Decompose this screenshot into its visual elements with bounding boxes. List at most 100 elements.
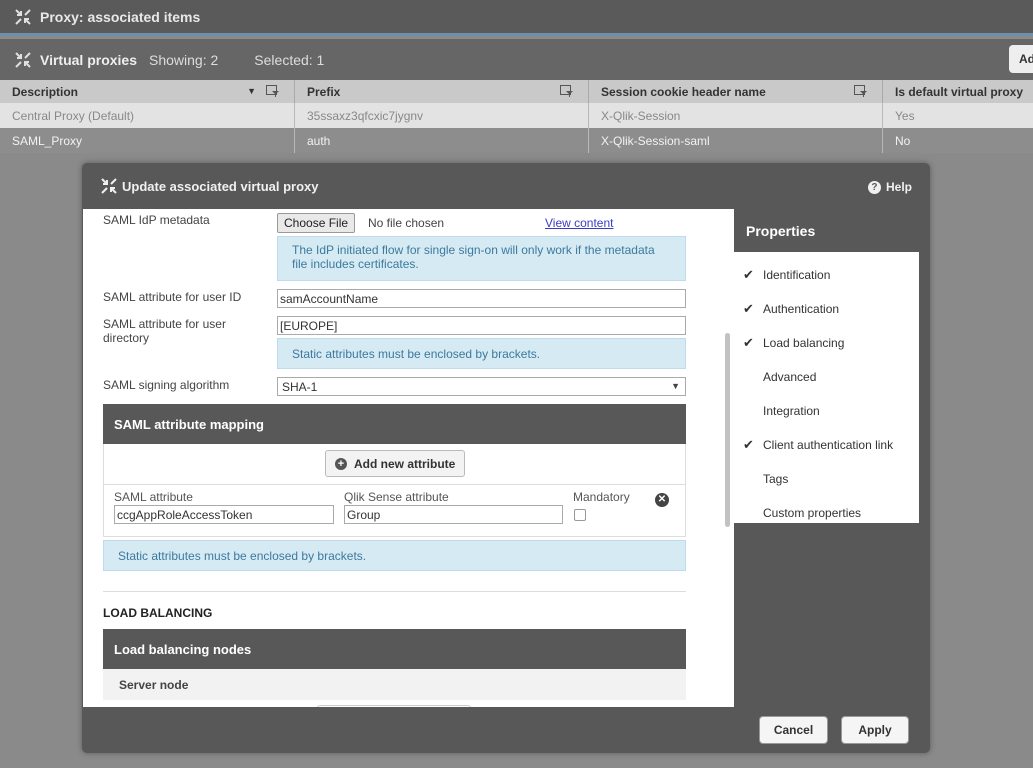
saml-attribute-input[interactable]: ccgAppRoleAccessToken <box>114 505 334 524</box>
filter-icon[interactable] <box>266 85 280 98</box>
showing-count: Showing: 2 <box>149 51 219 68</box>
table-header: Description ▼ Prefix Session cookie head… <box>0 80 1033 103</box>
table-cell: No <box>895 134 911 148</box>
property-label: Tags <box>763 472 789 486</box>
userdir-info-message: Static attributes must be enclosed by br… <box>277 338 686 369</box>
properties-header: Properties <box>734 209 919 252</box>
view-content-link[interactable]: View content <box>545 216 614 230</box>
sort-down-icon[interactable]: ▼ <box>247 86 256 96</box>
help-icon: ? <box>867 180 881 194</box>
property-label: Client authentication link <box>763 438 894 452</box>
saml-attribute-label: SAML attribute <box>114 490 193 504</box>
table-cell: auth <box>295 128 589 153</box>
shrink-arrows-icon <box>100 177 118 195</box>
qlik-attribute-input[interactable]: Group <box>344 505 563 524</box>
property-item-custom-properties[interactable]: Custom properties <box>734 496 919 530</box>
cancel-button[interactable]: Cancel <box>759 716 828 744</box>
help-label: Help <box>885 180 912 194</box>
column-header-session-cookie[interactable]: Session cookie header name <box>589 80 883 103</box>
dialog-content: SAML IdP metadata Choose File No file ch… <box>83 209 734 707</box>
update-virtual-proxy-dialog: Update associated virtual proxy ? Help S… <box>82 163 930 753</box>
server-node-button[interactable] <box>317 705 471 707</box>
table-cell: Central Proxy (Default) <box>0 103 295 128</box>
column-header-prefix[interactable]: Prefix <box>295 80 589 103</box>
choose-file-button[interactable]: Choose File <box>277 213 356 233</box>
table-cell: X-Qlik-Session-saml <box>589 128 883 153</box>
attribute-mapping-header: SAML attribute mapping <box>103 404 686 444</box>
caret-down-icon: ▼ <box>671 381 680 391</box>
mandatory-label: Mandatory <box>573 490 630 504</box>
property-item-advanced[interactable]: Advanced <box>734 360 919 394</box>
add-new-attribute-button[interactable]: + Add new attribute <box>325 450 466 477</box>
table-row[interactable]: Central Proxy (Default) 35ssaxz3qfcxic7j… <box>0 103 1033 128</box>
property-item-load-balancing[interactable]: ✔ Load balancing <box>734 326 919 360</box>
table-cell: SAML_Proxy <box>0 128 295 153</box>
signing-algorithm-select[interactable]: SHA-1 ▼ <box>277 377 686 396</box>
checkmark-icon: ✔ <box>743 267 754 282</box>
dialog-header: Update associated virtual proxy ? Help <box>82 163 930 209</box>
property-label: Integration <box>763 404 820 418</box>
content-scrollbar[interactable] <box>725 333 730 527</box>
help-button[interactable]: ? Help <box>867 180 912 194</box>
property-label: Advanced <box>763 370 817 384</box>
remove-attribute-icon[interactable]: ✕ <box>655 493 669 507</box>
idp-info-message: The IdP initiated flow for single sign-o… <box>277 236 686 281</box>
top-header: Proxy: associated items <box>0 0 1033 36</box>
qlik-attribute-label: Qlik Sense attribute <box>344 490 449 504</box>
attribute-mapping-box: + Add new attribute SAML attribute ccgAp… <box>103 444 686 537</box>
section-divider <box>103 591 686 592</box>
no-file-text: No file chosen <box>368 216 445 230</box>
virtual-proxies-title: Virtual proxies <box>40 51 138 68</box>
signing-algorithm-value: SHA-1 <box>282 380 318 394</box>
property-label: Authentication <box>763 302 840 316</box>
property-item-authentication[interactable]: ✔ Authentication <box>734 292 919 326</box>
property-item-integration[interactable]: Integration <box>734 394 919 428</box>
userid-label: SAML attribute for user ID <box>103 290 242 304</box>
table-cell: X-Qlik-Session <box>589 103 883 128</box>
property-item-identification[interactable]: ✔ Identification <box>734 258 919 292</box>
column-label: Session cookie header name <box>601 85 766 99</box>
column-label: Description <box>12 85 79 99</box>
checkmark-icon: ✔ <box>743 437 754 452</box>
mandatory-checkbox[interactable] <box>574 509 586 521</box>
shrink-arrows-icon[interactable] <box>14 51 32 69</box>
shrink-arrows-icon[interactable] <box>14 8 32 26</box>
property-label: Custom properties <box>763 506 862 520</box>
column-label: Prefix <box>307 85 341 99</box>
filter-icon[interactable] <box>854 85 868 98</box>
properties-panel: Properties ✔ Identification ✔ Authenticati… <box>734 209 919 523</box>
property-item-client-auth-link[interactable]: ✔ Client authentication link <box>734 428 919 462</box>
table-cell: 35ssaxz3qfcxic7jygnv <box>295 103 589 128</box>
add-attribute-label: Add new attribute <box>354 456 456 471</box>
virtual-proxies-table: Description ▼ Prefix Session cookie head… <box>0 80 1033 153</box>
property-label: Load balancing <box>763 336 845 350</box>
checkmark-icon: ✔ <box>743 301 754 316</box>
divider <box>104 484 685 485</box>
userdir-input[interactable]: [EUROPE] <box>277 316 686 335</box>
server-node-column-header: Server node <box>103 669 686 700</box>
table-cell: Yes <box>895 109 915 123</box>
filter-icon[interactable] <box>560 85 574 98</box>
load-balancing-section-title: LOAD BALANCING <box>103 606 213 620</box>
properties-list: ✔ Identification ✔ Authentication ✔ Load ba… <box>734 252 919 523</box>
selected-count: Selected: 1 <box>254 51 325 68</box>
checkmark-icon: ✔ <box>743 335 754 350</box>
property-item-tags[interactable]: Tags <box>734 462 919 496</box>
table-row-selected[interactable]: SAML_Proxy auth X-Qlik-Session-saml No <box>0 128 1033 153</box>
signing-algorithm-label: SAML signing algorithm <box>103 378 230 392</box>
userdir-label: SAML attribute for user directory <box>103 317 226 345</box>
virtual-proxies-toolbar: Virtual proxies Showing: 2 Selected: 1 A… <box>0 39 1033 80</box>
userid-input[interactable]: samAccountName <box>277 289 686 308</box>
add-button[interactable]: Ad <box>1009 45 1033 73</box>
idp-metadata-label: SAML IdP metadata <box>103 213 210 227</box>
dialog-title: Update associated virtual proxy <box>122 178 319 194</box>
property-label: Identification <box>763 268 831 282</box>
column-label: Is default virtual proxy <box>895 85 1024 99</box>
plus-icon: + <box>335 457 347 470</box>
column-header-is-default[interactable]: Is default virtual proxy <box>883 80 1033 103</box>
load-balancing-nodes-header: Load balancing nodes <box>103 629 686 669</box>
column-header-description[interactable]: Description ▼ <box>0 80 295 103</box>
apply-button[interactable]: Apply <box>841 716 909 744</box>
page-title: Proxy: associated items <box>40 8 201 25</box>
mapping-info-message: Static attributes must be enclosed by br… <box>103 540 686 571</box>
